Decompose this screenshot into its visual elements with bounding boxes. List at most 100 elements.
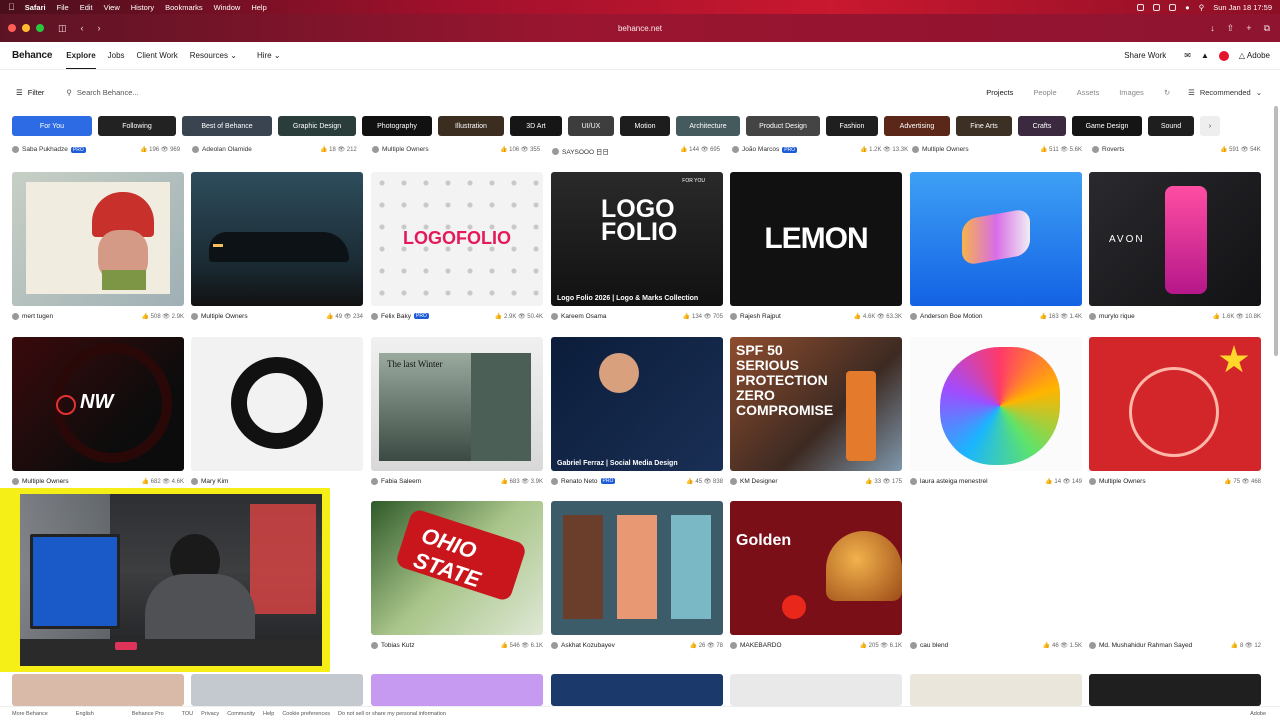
avatar[interactable] (1218, 50, 1229, 61)
project-card[interactable]: LOGO FOLIO Logo Folio 2026 | Logo & Marks… (551, 172, 723, 324)
project-thumbnail[interactable] (551, 674, 723, 706)
notification-icon[interactable]: ▲ (1201, 51, 1209, 60)
forward-icon[interactable]: › (98, 23, 101, 33)
owner-name[interactable]: Adeolan Olamide (202, 146, 252, 153)
zoom-window-button[interactable] (36, 24, 44, 32)
owner-name[interactable]: SAYSOOO 日日 (562, 146, 609, 156)
creator-strip-item[interactable]: João Marcos PRO (732, 146, 798, 153)
footer-privacy[interactable]: Privacy (201, 711, 219, 717)
project-thumbnail[interactable] (910, 501, 1082, 635)
footer-behance-pro[interactable]: Behance Pro (132, 711, 164, 717)
project-thumbnail[interactable] (551, 501, 723, 635)
project-thumbnail[interactable] (191, 172, 363, 306)
creator-strip-item[interactable]: Multiple Owners (912, 146, 969, 153)
category-chip-best-of-behance[interactable]: Best of Behance (182, 116, 272, 136)
project-card[interactable]: laura asteiga menestrel 👍 14 👁 149 (910, 337, 1082, 489)
project-card[interactable]: Md. Mushahidur Rahman Sayed 👍 8 👁 12 (1089, 501, 1261, 653)
project-thumbnail[interactable] (910, 172, 1082, 306)
page-scrollbar[interactable] (1274, 106, 1278, 356)
project-thumbnail[interactable] (191, 337, 363, 471)
owner-name[interactable]: Multiple Owners (382, 146, 429, 153)
menu-view[interactable]: View (104, 3, 120, 12)
project-thumbnail[interactable] (12, 674, 184, 706)
project-thumbnail[interactable]: LOGOFOLIO (371, 172, 543, 306)
nav-resources[interactable]: Resources ⌄ (190, 51, 237, 60)
owner-name[interactable]: mert tugen (22, 313, 53, 320)
project-thumbnail[interactable]: AVON (1089, 172, 1261, 306)
category-chip-graphic-design[interactable]: Graphic Design (278, 116, 356, 136)
owner-name[interactable]: Multiple Owners (22, 478, 69, 485)
category-chip-ui-ux[interactable]: UI/UX (568, 116, 614, 136)
category-chip-product-design[interactable]: Product Design (746, 116, 820, 136)
project-thumbnail[interactable] (1089, 674, 1261, 706)
chevron-right-icon[interactable]: › (1200, 116, 1220, 136)
project-thumbnail[interactable] (191, 674, 363, 706)
menu-safari[interactable]: Safari (25, 3, 46, 12)
footer-help[interactable]: Help (263, 711, 274, 717)
nav-explore[interactable]: Explore (66, 51, 96, 69)
status-icon[interactable] (1137, 3, 1145, 11)
category-chip-architecture[interactable]: Architecture (676, 116, 740, 136)
screen-record-icon[interactable] (1153, 3, 1161, 11)
wifi-icon[interactable]: ● (1185, 3, 1190, 12)
owner-name[interactable]: MAKEBARDO (740, 642, 782, 649)
owner-name[interactable]: Multiple Owners (201, 313, 248, 320)
footer-cookie[interactable]: Cookie preferences (282, 711, 330, 717)
share-icon[interactable]: ⇧ (1227, 23, 1235, 34)
close-window-button[interactable] (8, 24, 16, 32)
category-chip-illustration[interactable]: Illustration (438, 116, 504, 136)
project-card[interactable]: Mary Kim (191, 337, 363, 489)
tab-projects[interactable]: Projects (986, 88, 1013, 97)
battery-icon[interactable] (1169, 3, 1177, 11)
footer-do-not-sell[interactable]: Do not sell or share my personal informa… (338, 711, 446, 717)
footer-community[interactable]: Community (227, 711, 255, 717)
owner-name[interactable]: Rajesh Rajput (740, 313, 781, 320)
owner-name[interactable]: murylo rique (1099, 313, 1135, 320)
adobe-link[interactable]: △ Adobe (1239, 51, 1270, 60)
category-chip-fine-arts[interactable]: Fine Arts (956, 116, 1012, 136)
project-card[interactable]: Gabriel Ferraz | Social Media Design Rena… (551, 337, 723, 489)
owner-name[interactable]: Fabia Saleem (381, 478, 421, 485)
project-thumbnail[interactable]: LOGO FOLIO Logo Folio 2026 | Logo & Marks… (551, 172, 723, 306)
menu-window[interactable]: Window (214, 3, 241, 12)
search-icon[interactable]: ⚲ (1199, 3, 1205, 12)
address-bar[interactable]: behance.net (380, 24, 900, 33)
menu-edit[interactable]: Edit (80, 3, 93, 12)
project-thumbnail[interactable]: NW (12, 337, 184, 471)
new-tab-icon[interactable]: + (1246, 23, 1251, 34)
owner-name[interactable]: Askhat Kozubayev (561, 642, 615, 649)
category-chip-game-design[interactable]: Game Design (1072, 116, 1142, 136)
owner-name[interactable]: Anderson Boe Motion (920, 313, 983, 320)
project-thumbnail[interactable]: OHIO STATE (371, 501, 543, 635)
menu-file[interactable]: File (57, 3, 69, 12)
project-thumbnail[interactable] (1089, 337, 1261, 471)
tab-images[interactable]: Images (1119, 88, 1144, 97)
footer-adobe[interactable]: Adobe (1250, 711, 1266, 717)
nav-jobs[interactable]: Jobs (108, 51, 125, 60)
owner-name[interactable]: João Marcos (742, 146, 779, 153)
creator-strip-item[interactable]: SAYSOOO 日日 (552, 146, 609, 156)
project-card[interactable]: Askhat Kozubayev 👍 26 👁 78 (551, 501, 723, 653)
owner-name[interactable]: KM Designer (740, 478, 778, 485)
tab-people[interactable]: People (1033, 88, 1056, 97)
back-icon[interactable]: ‹ (81, 23, 84, 33)
apple-icon[interactable]:  (8, 2, 15, 12)
search-input[interactable]: ⚲ Search Behance... (66, 88, 138, 97)
sort-dropdown[interactable]: ☰ Recommended ⌄ (1188, 88, 1262, 97)
owner-name[interactable]: Md. Mushahidur Rahman Sayed (1099, 642, 1192, 649)
project-card[interactable]: AVON murylo rique 👍 1.6K 👁 10.8K (1089, 172, 1261, 324)
sidebar-toggle-icon[interactable]: ◫ (58, 23, 67, 34)
category-chip-crafts[interactable]: Crafts (1018, 116, 1066, 136)
creator-strip-item[interactable]: Multiple Owners (372, 146, 429, 153)
owner-name[interactable]: Tobias Kutz (381, 642, 415, 649)
project-thumbnail[interactable] (371, 674, 543, 706)
mail-icon[interactable]: ✉ (1184, 51, 1191, 60)
project-thumbnail[interactable] (730, 674, 902, 706)
category-chip-for-you[interactable]: For You (12, 116, 92, 136)
project-thumbnail[interactable] (910, 337, 1082, 471)
filter-button[interactable]: ☰ Filter (16, 88, 44, 97)
refresh-icon[interactable]: ↻ (1164, 88, 1170, 97)
owner-name[interactable]: Saba Pukhadze (22, 146, 68, 153)
creator-strip-item[interactable]: Adeolan Olamide (192, 146, 252, 153)
project-card[interactable]: LEMON Rajesh Rajput 👍 4.6K 👁 63.3K (730, 172, 902, 324)
